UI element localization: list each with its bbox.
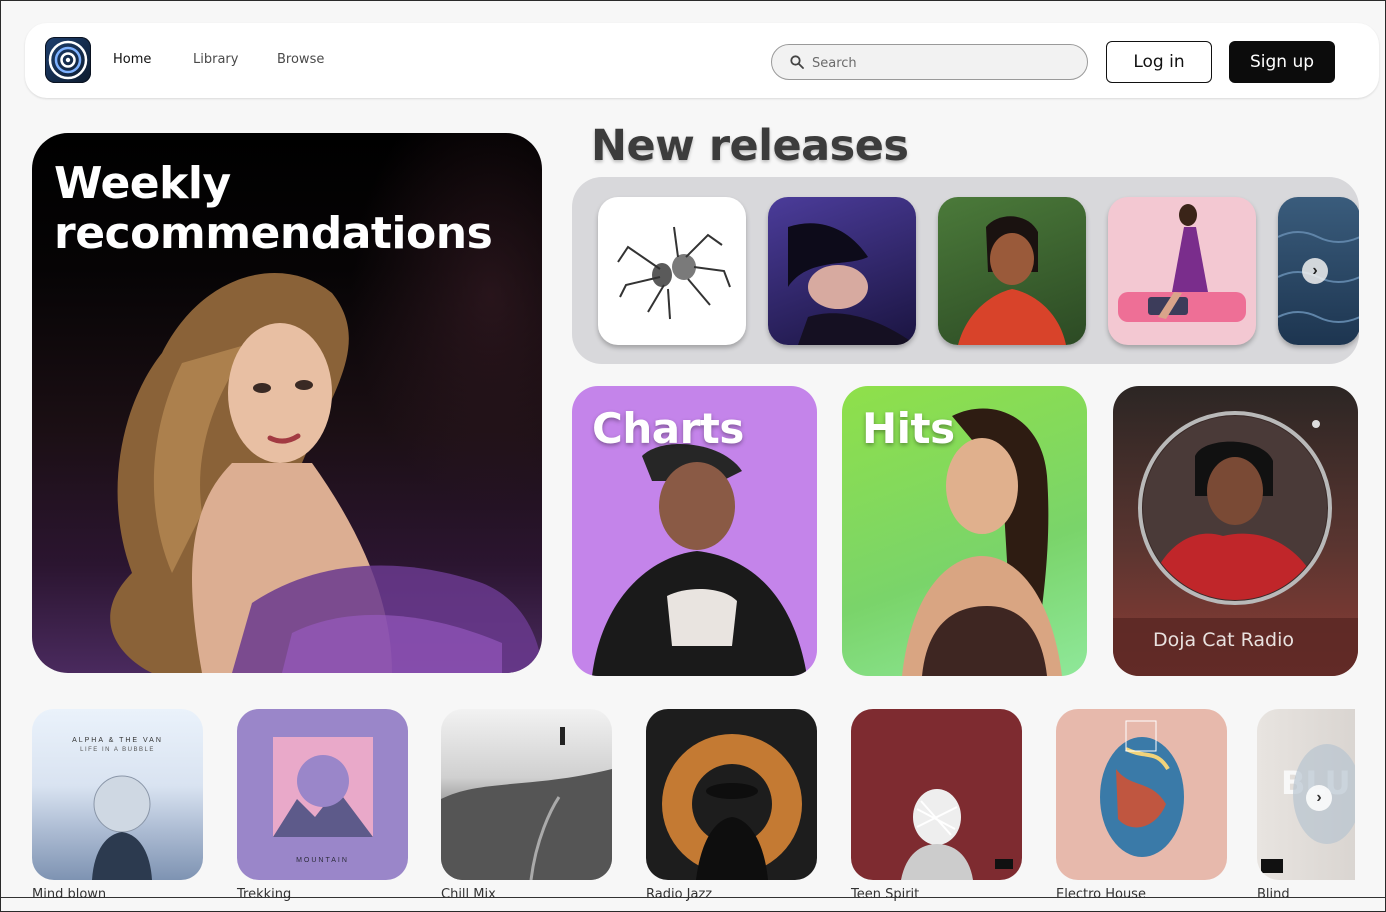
hits-card[interactable]: Hits <box>842 386 1087 676</box>
playlist-cover <box>646 709 817 880</box>
radio-title: Doja Cat Radio <box>1153 629 1295 651</box>
hits-title: Hits <box>862 404 955 453</box>
playlist-item[interactable]: Electro House <box>1056 709 1227 902</box>
release-item[interactable] <box>938 197 1086 345</box>
pink-portrait-art <box>1118 204 1246 322</box>
playlist-title: Chill Mix <box>441 887 496 902</box>
playlist-title: Mind blown <box>32 887 107 902</box>
signup-button[interactable]: Sign up <box>1229 41 1335 83</box>
radio-card[interactable]: Doja Cat Radio <box>1113 386 1358 676</box>
logo-rings-icon <box>48 40 88 80</box>
search-icon <box>790 55 804 69</box>
top-navigation-bar: Home Library Browse Log in Sign up <box>25 23 1379 98</box>
playlist-cover <box>1056 709 1227 880</box>
radio-jazz-art <box>662 734 802 880</box>
playlist-title: Trekking <box>237 887 292 902</box>
new-releases-carousel: › <box>572 177 1359 364</box>
green-red-portrait-art <box>958 216 1066 345</box>
new-releases-title: New releases <box>591 121 909 171</box>
playlist-title: Radio Jazz <box>646 887 713 902</box>
teen-spirit-art <box>901 789 1013 880</box>
chill-mix-art <box>441 727 612 880</box>
search-bar[interactable] <box>771 44 1088 80</box>
purple-portrait-art <box>788 223 916 345</box>
weekly-recommendations-card[interactable]: Weekly recommendations <box>32 133 542 673</box>
charts-title: Charts <box>592 404 744 453</box>
mountain-art <box>273 737 373 837</box>
playlist-item[interactable]: MOUNTAIN Trekking <box>237 709 408 902</box>
playlist-cover: MOUNTAIN <box>237 709 408 880</box>
playlist-item[interactable]: Radio Jazz <box>646 709 817 902</box>
playlist-overflow-clip: BLU Blind <box>1251 701 1355 912</box>
electro-house-art <box>1100 720 1184 857</box>
nav-browse[interactable]: Browse <box>277 52 324 67</box>
weekly-title-line1: Weekly <box>54 158 231 209</box>
login-button[interactable]: Log in <box>1106 41 1212 83</box>
cover-text: MOUNTAIN <box>296 857 349 864</box>
weekly-title: Weekly recommendations <box>54 158 493 259</box>
bottom-divider <box>1 897 1386 898</box>
nav-home[interactable]: Home <box>113 52 151 67</box>
playlist-title: Blind <box>1257 887 1290 902</box>
nav-library[interactable]: Library <box>193 52 238 67</box>
mind-blown-art <box>92 775 152 880</box>
chevron-right-icon[interactable]: › <box>1306 785 1332 811</box>
playlist-item[interactable]: Teen Spirit <box>851 709 1022 902</box>
chevron-right-icon[interactable]: › <box>1302 258 1328 284</box>
charts-card[interactable]: Charts <box>572 386 817 676</box>
weekly-title-line2: recommendations <box>54 208 493 259</box>
release-item[interactable] <box>1108 197 1256 345</box>
spider-album-art <box>617 226 731 320</box>
playlist-cover <box>441 709 612 880</box>
playlist-title: Teen Spirit <box>851 887 920 902</box>
playlist-title: Electro House <box>1056 887 1146 902</box>
live-indicator <box>1312 420 1320 428</box>
playlist-item[interactable]: ALPHA & THE VAN LIFE IN A BUBBLE Mind bl… <box>32 709 203 902</box>
playlist-cover <box>851 709 1022 880</box>
release-item[interactable] <box>768 197 916 345</box>
playlist-cover: ALPHA & THE VAN LIFE IN A BUBBLE <box>32 709 203 880</box>
app-logo[interactable] <box>45 37 91 83</box>
release-item[interactable] <box>598 197 746 345</box>
search-input[interactable] <box>812 52 1072 74</box>
playlist-item[interactable]: Chill Mix <box>441 709 612 902</box>
